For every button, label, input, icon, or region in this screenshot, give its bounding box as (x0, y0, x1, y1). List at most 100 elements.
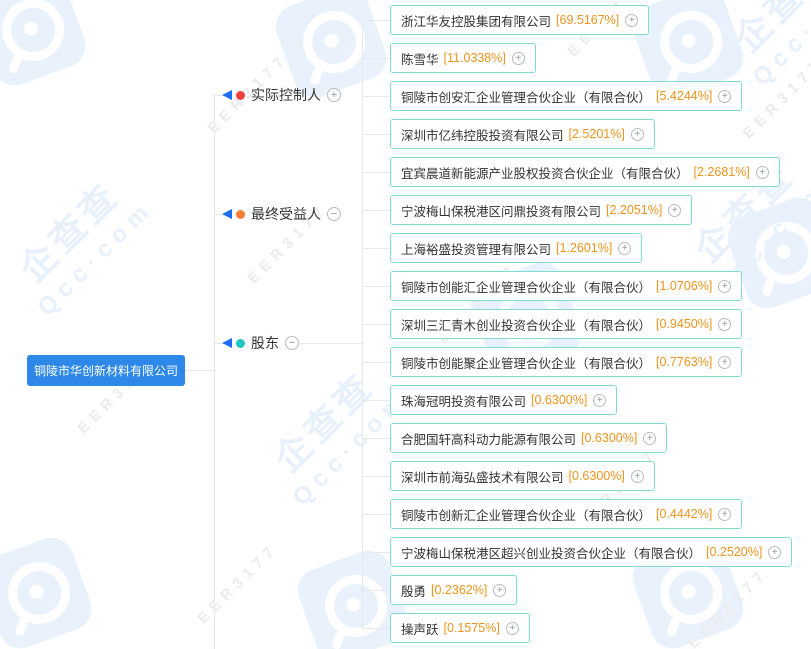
connector-stub (214, 214, 222, 215)
entity-share-percent: [0.6300%] (581, 431, 637, 445)
category-label[interactable]: 最终受益人 (251, 204, 321, 224)
entity-node[interactable]: 宜宾晨道新能源产业股权投资合伙企业（有限合伙） [2.2681%] + (390, 157, 780, 187)
entity-node[interactable]: 深圳市亿纬控股投资有限公司 [2.5201%] + (390, 119, 655, 149)
expand-icon[interactable]: + (643, 432, 656, 445)
connector-stub (362, 96, 390, 97)
expand-icon[interactable]: + (718, 318, 731, 331)
watermark-brand-text: 企查查Qcc·com (0, 149, 174, 336)
entity-node[interactable]: 铜陵市创能聚企业管理合伙企业（有限合伙） [0.7763%] + (390, 347, 742, 377)
category-label[interactable]: 股东 (251, 333, 279, 353)
entity-node[interactable]: 合肥国轩高科动力能源有限公司 [0.6300%] + (390, 423, 667, 453)
entity-share-percent: [0.2362%] (431, 583, 487, 597)
expand-icon[interactable]: + (768, 546, 781, 559)
connector-stub (362, 362, 390, 363)
connector-stub (362, 248, 390, 249)
entity-share-percent: [1.0706%] (656, 279, 712, 293)
entity-share-percent: [69.5167%] (556, 13, 619, 27)
expand-icon[interactable]: + (756, 166, 769, 179)
magnifier-handle-icon (666, 617, 681, 637)
entity-node[interactable]: 深圳三汇青木创业投资合伙企业（有限合伙） [0.9450%] + (390, 309, 742, 339)
entity-name: 珠海冠明投资有限公司 (401, 391, 526, 410)
expand-icon[interactable]: + (631, 470, 644, 483)
expand-icon[interactable]: + (327, 88, 341, 102)
collapse-icon[interactable]: − (285, 336, 299, 350)
expand-icon[interactable]: + (512, 52, 525, 65)
entity-share-percent: [2.2681%] (694, 165, 750, 179)
root-company-node[interactable]: 铜陵市华创新材料有限公司 (27, 355, 185, 386)
entity-name: 深圳市亿纬控股投资有限公司 (401, 125, 564, 144)
connector-stub (214, 343, 222, 344)
category-dot-icon (236, 339, 245, 348)
entity-node[interactable]: 铜陵市创安汇企业管理合伙企业（有限合伙） [5.4244%] + (390, 81, 742, 111)
entity-name: 铜陵市创能汇企业管理合伙企业（有限合伙） (401, 277, 651, 296)
watermark-session-code: EER3177 (195, 540, 282, 627)
entity-share-percent: [5.4244%] (656, 89, 712, 103)
expand-icon[interactable]: + (718, 280, 731, 293)
expand-icon[interactable]: + (668, 204, 681, 217)
expand-icon[interactable]: + (593, 394, 606, 407)
entity-name: 操声跃 (401, 619, 439, 638)
entity-name: 浙江华友控股集团有限公司 (401, 11, 551, 30)
entity-name: 铜陵市创新汇企业管理合伙企业（有限合伙） (401, 505, 651, 524)
expand-icon[interactable]: + (718, 508, 731, 521)
entity-share-percent: [0.2520%] (706, 545, 762, 559)
connector-line (185, 370, 214, 371)
connector-stub (362, 324, 390, 325)
collapse-triangle-icon (222, 338, 232, 348)
connector-stub (362, 134, 390, 135)
expand-icon[interactable]: + (631, 128, 644, 141)
entity-node[interactable]: 深圳市前海弘盛技术有限公司 [0.6300%] + (390, 461, 655, 491)
entity-node[interactable]: 浙江华友控股集团有限公司 [69.5167%] + (390, 5, 649, 35)
collapse-triangle-icon (222, 209, 232, 219)
entity-node[interactable]: 陈雪华 [11.0338%] + (390, 43, 536, 73)
category-label[interactable]: 实际控制人 (251, 85, 321, 105)
expand-icon[interactable]: + (506, 622, 519, 635)
connector-stub (362, 20, 390, 21)
entity-node[interactable]: 宁波梅山保税港区问鼎投资有限公司 [2.2051%] + (390, 195, 692, 225)
entity-share-percent: [0.6300%] (569, 469, 625, 483)
entity-name: 宁波梅山保税港区超兴创业投资合伙企业（有限合伙） (401, 543, 701, 562)
entity-name: 陈雪华 (401, 49, 439, 68)
connector-line (297, 343, 362, 344)
magnifier-handle-icon (309, 66, 324, 86)
qcc-logo-watermark-stamp (0, 531, 98, 649)
expand-icon[interactable]: + (493, 584, 506, 597)
entity-name: 深圳三汇青木创业投资合伙企业（有限合伙） (401, 315, 651, 334)
entity-node[interactable]: 上海裕盛投资管理有限公司 [1.2601%] + (390, 233, 642, 263)
entity-node[interactable]: 铜陵市创能汇企业管理合伙企业（有限合伙） [1.0706%] + (390, 271, 742, 301)
expand-icon[interactable]: + (718, 90, 731, 103)
connector-line (214, 95, 215, 649)
connector-stub (214, 95, 222, 96)
connector-stub (362, 628, 390, 629)
category-actual-controller[interactable]: 实际控制人 + (214, 85, 341, 105)
connector-stub (362, 58, 390, 59)
magnifier-handle-icon (14, 617, 29, 637)
entity-share-percent: [0.4442%] (656, 507, 712, 521)
entity-name: 铜陵市创安汇企业管理合伙企业（有限合伙） (401, 87, 651, 106)
entity-node[interactable]: 操声跃 [0.1575%] + (390, 613, 530, 643)
expand-icon[interactable]: + (618, 242, 631, 255)
entity-node[interactable]: 珠海冠明投资有限公司 [0.6300%] + (390, 385, 617, 415)
category-dot-icon (236, 210, 245, 219)
expand-icon[interactable]: − (327, 207, 341, 221)
magnifier-handle-icon (761, 277, 776, 297)
entity-name: 宁波梅山保税港区问鼎投资有限公司 (401, 201, 601, 220)
entity-share-percent: [2.5201%] (569, 127, 625, 141)
entity-share-percent: [11.0338%] (444, 51, 506, 65)
entity-name: 合肥国轩高科动力能源有限公司 (401, 429, 576, 448)
expand-icon[interactable]: + (718, 356, 731, 369)
category-ultimate-beneficiary[interactable]: 最终受益人 − (214, 204, 341, 224)
entity-node[interactable]: 宁波梅山保税港区超兴创业投资合伙企业（有限合伙） [0.2520%] + (390, 537, 792, 567)
category-shareholders[interactable]: 股东 − (214, 333, 299, 353)
entity-share-percent: [0.9450%] (656, 317, 712, 331)
collapse-triangle-icon (222, 90, 232, 100)
connector-stub (362, 514, 390, 515)
expand-icon[interactable]: + (625, 14, 638, 27)
entity-node[interactable]: 铜陵市创新汇企业管理合伙企业（有限合伙） [0.4442%] + (390, 499, 742, 529)
entity-share-percent: [0.6300%] (531, 393, 587, 407)
entity-node[interactable]: 殷勇 [0.2362%] + (390, 575, 517, 605)
connector-stub (362, 172, 390, 173)
connector-stub (362, 590, 390, 591)
connector-stub (362, 552, 390, 553)
connector-stub (362, 210, 390, 211)
